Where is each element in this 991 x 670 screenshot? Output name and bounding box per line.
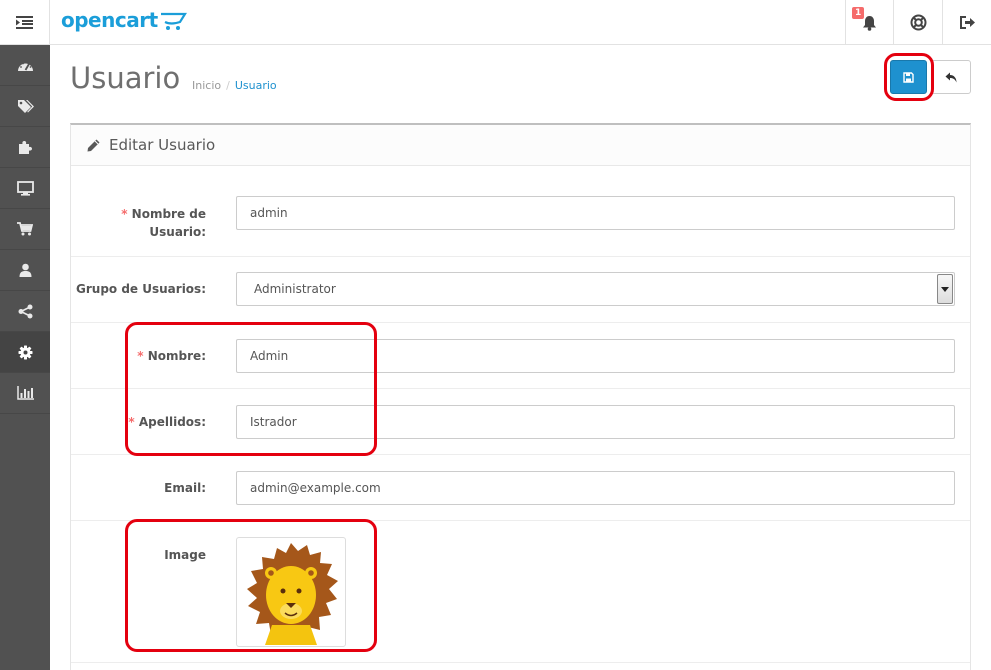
user-group-label: Grupo de Usuarios: — [76, 282, 206, 296]
username-input[interactable]: admin — [236, 196, 955, 230]
bar-chart-icon — [16, 386, 34, 400]
firstname-label: * Nombre: — [137, 349, 206, 363]
breadcrumb-home-link[interactable]: Inicio — [192, 79, 221, 92]
sidebar-item-reports[interactable] — [0, 373, 50, 414]
sidebar-item-catalog[interactable] — [0, 86, 50, 127]
panel-heading: Editar Usuario — [71, 125, 970, 166]
username-row: * Nombre de Usuario: admin — [71, 166, 970, 257]
lastname-row: * Apellidos: Istrador — [71, 389, 970, 455]
breadcrumb: Inicio / Usuario — [192, 79, 277, 92]
lastname-label: * Apellidos: — [128, 415, 206, 429]
tags-icon — [17, 99, 34, 113]
pencil-icon — [87, 139, 100, 151]
main-content: Usuario Inicio / Usuario Editar Usuario * … — [50, 45, 991, 670]
required-mark: * — [137, 349, 144, 363]
lastname-input[interactable]: Istrador — [236, 405, 955, 439]
puzzle-icon — [18, 140, 32, 154]
sidebar-item-extensions[interactable] — [0, 127, 50, 168]
gear-icon — [18, 345, 32, 359]
firstname-input[interactable]: Admin — [236, 339, 955, 373]
breadcrumb-separator: / — [226, 79, 230, 92]
cart-icon — [17, 222, 33, 236]
username-label: * Nombre de Usuario: — [121, 207, 206, 239]
breadcrumb-current-link[interactable]: Usuario — [235, 79, 277, 92]
image-row: Image — [71, 521, 970, 663]
image-label: Image — [164, 548, 206, 562]
required-mark: * — [121, 207, 128, 221]
logout-button[interactable] — [942, 0, 991, 45]
desktop-icon — [16, 180, 34, 196]
sidebar-item-system[interactable] — [0, 332, 50, 373]
user-image-thumbnail[interactable] — [236, 537, 346, 647]
sidebar-item-sales[interactable] — [0, 209, 50, 250]
edit-user-panel: Editar Usuario * Nombre de Usuario: admin… — [70, 123, 971, 670]
sidebar — [0, 45, 50, 670]
help-button[interactable] — [893, 0, 942, 45]
reply-icon — [945, 72, 957, 82]
cart-logo-icon — [160, 12, 187, 30]
caret-down-icon — [941, 286, 949, 292]
lion-avatar-icon — [247, 543, 338, 645]
notification-badge: 1 — [852, 7, 865, 19]
user-icon — [19, 263, 31, 277]
user-group-row: Grupo de Usuarios: Administrator — [71, 257, 970, 323]
sign-out-icon — [959, 16, 975, 29]
indent-icon — [16, 16, 33, 29]
sidebar-item-design[interactable] — [0, 168, 50, 209]
user-group-select[interactable]: Administrator — [236, 272, 955, 306]
dropdown-arrow[interactable] — [937, 274, 953, 304]
logo-text: opencart — [61, 8, 158, 32]
bell-icon — [863, 15, 876, 31]
life-ring-icon — [910, 14, 926, 31]
email-row: Email: admin@example.com — [71, 455, 970, 521]
sidebar-item-customers[interactable] — [0, 250, 50, 291]
notifications-button[interactable]: 1 — [845, 0, 893, 45]
menu-toggle-button[interactable] — [0, 0, 50, 45]
opencart-logo[interactable]: opencart — [61, 8, 187, 32]
top-header: opencart 1 — [0, 0, 991, 45]
email-input[interactable]: admin@example.com — [236, 471, 955, 505]
save-button[interactable] — [890, 60, 927, 94]
dashboard-icon — [17, 61, 33, 71]
panel-title: Editar Usuario — [109, 136, 216, 154]
firstname-row: * Nombre: Admin — [71, 323, 970, 389]
page-title: Usuario — [70, 61, 181, 95]
sidebar-item-marketing[interactable] — [0, 291, 50, 332]
back-button[interactable] — [931, 60, 971, 94]
email-label: Email: — [164, 481, 206, 495]
required-mark: * — [128, 415, 135, 429]
sidebar-item-dashboard[interactable] — [0, 45, 50, 86]
floppy-disk-icon — [903, 71, 914, 83]
share-icon — [18, 304, 32, 318]
